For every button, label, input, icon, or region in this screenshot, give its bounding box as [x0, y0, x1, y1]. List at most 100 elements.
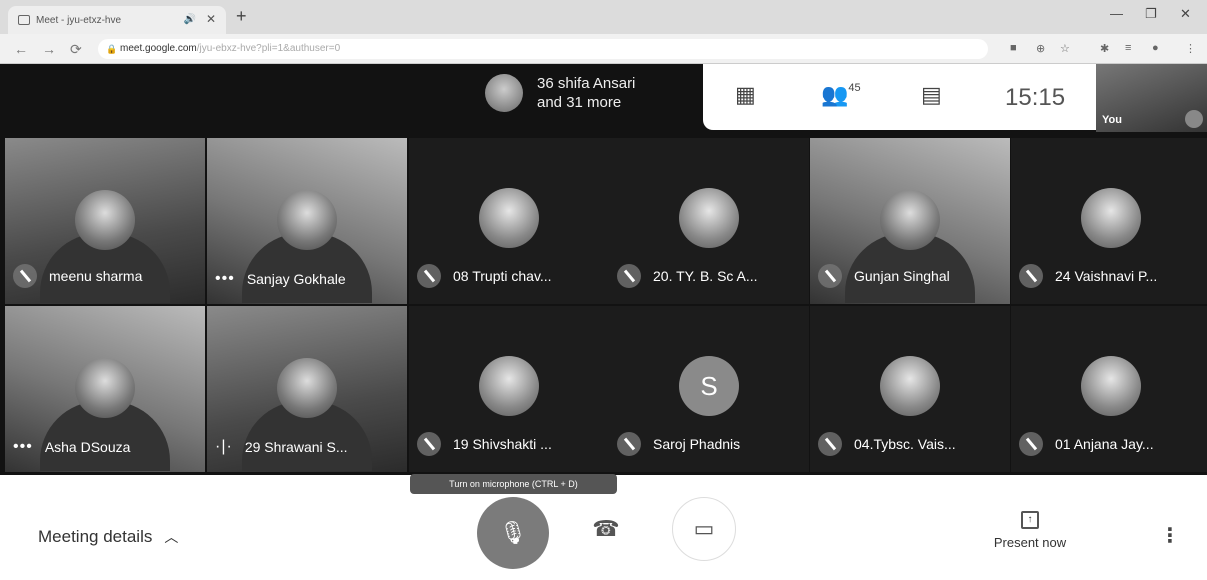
participant-tile[interactable]: S Saroj Phadnis	[609, 306, 809, 472]
participant-name: 24 Vaishnavi P...	[1055, 268, 1158, 284]
participant-name: Asha DSouza	[44, 439, 131, 455]
presenter-avatar	[485, 74, 523, 112]
close-tab-icon[interactable]: ✕	[206, 12, 216, 26]
presenter-info: 36 shifa Ansari and 31 more	[485, 74, 635, 112]
camera-icon: ▭	[693, 516, 715, 541]
mic-off-icon	[417, 432, 441, 456]
present-icon: ↑	[1021, 511, 1039, 529]
people-icon: 👥	[821, 82, 849, 107]
leave-call-button[interactable]: ☎	[574, 497, 638, 561]
participant-avatar	[479, 188, 539, 248]
participant-name: Gunjan Singhal	[854, 268, 950, 284]
reload-icon[interactable]: ⟳	[70, 41, 82, 58]
participant-tile[interactable]: ·|· 29 Shrawani S...	[207, 306, 407, 472]
mic-off-icon	[1019, 432, 1043, 456]
participant-avatar	[679, 188, 739, 248]
present-now-label: Present now	[993, 535, 1067, 550]
participant-tile[interactable]: 19 Shivshakti ...	[409, 306, 609, 472]
url-field[interactable]: 🔒 meet.google.com/jyu-ebxz-hve?pli=1&aut…	[98, 39, 988, 59]
participant-initial: S	[679, 356, 739, 416]
browser-tab-bar: Meet - jyu-etxz-hve 🔊 ✕ + — ❐ ✕	[0, 0, 1207, 34]
participant-avatar	[1081, 356, 1141, 416]
participant-tile[interactable]: Gunjan Singhal	[810, 138, 1010, 304]
present-now-button[interactable]: ↑ Present now	[980, 510, 1080, 550]
mic-off-icon	[1019, 264, 1043, 288]
participant-name: 04.Tybsc. Vais...	[854, 436, 956, 452]
chat-icon[interactable]: ▤	[921, 82, 942, 108]
participant-tile[interactable]: 24 Vaishnavi P...	[1011, 138, 1207, 304]
participant-tile[interactable]: 08 Trupti chav...	[409, 138, 609, 304]
browser-menu-icon[interactable]: ⋮	[1185, 42, 1196, 55]
mic-off-icon	[818, 264, 842, 288]
participants-count: 45	[848, 82, 861, 94]
participant-name: 20. TY. B. Sc A...	[653, 268, 758, 284]
mic-tooltip: Turn on microphone (CTRL + D)	[410, 474, 617, 494]
speaking-dots-icon: •••	[215, 270, 235, 287]
profile-avatar[interactable]: ●	[1152, 42, 1159, 54]
participant-name: 08 Trupti chav...	[453, 268, 552, 284]
url-host: meet.google.com	[120, 43, 197, 54]
meet-favicon-icon	[18, 15, 30, 25]
hangup-icon: ☎	[592, 516, 620, 541]
participant-name: 01 Anjana Jay...	[1055, 436, 1154, 452]
mic-off-icon	[13, 264, 37, 288]
presenter-line2: and 31 more	[537, 94, 622, 111]
participant-tile[interactable]: 01 Anjana Jay...	[1011, 306, 1207, 472]
mic-off-icon	[617, 264, 641, 288]
zoom-icon[interactable]: ⊕	[1036, 42, 1045, 55]
video-face	[277, 358, 337, 418]
participant-tile[interactable]: meenu sharma	[5, 138, 205, 304]
meeting-top-bar: ▦ 👥45 ▤ 15:15	[703, 64, 1096, 130]
browser-tab[interactable]: Meet - jyu-etxz-hve 🔊 ✕	[8, 6, 226, 34]
minimize-icon[interactable]: —	[1110, 6, 1123, 21]
bookmark-star-icon[interactable]: ☆	[1060, 42, 1070, 55]
media-icon[interactable]: ≡	[1125, 42, 1131, 54]
participant-name: 19 Shivshakti ...	[453, 436, 552, 452]
participant-avatar	[880, 356, 940, 416]
restore-icon[interactable]: ❐	[1145, 6, 1157, 22]
participant-tile[interactable]: 20. TY. B. Sc A...	[609, 138, 809, 304]
back-icon[interactable]: ←	[14, 41, 28, 57]
tab-title: Meet - jyu-etxz-hve	[36, 14, 122, 26]
participant-tile[interactable]: ••• Sanjay Gokhale	[207, 138, 407, 304]
close-window-icon[interactable]: ✕	[1180, 6, 1191, 22]
mic-off-icon: 🎙	[499, 520, 527, 545]
self-label: You	[1102, 114, 1122, 126]
participant-avatar	[1081, 188, 1141, 248]
video-face	[75, 358, 135, 418]
mic-off-icon	[818, 432, 842, 456]
new-tab-icon[interactable]: +	[236, 6, 247, 27]
more-vert-icon[interactable]: ⋮	[1160, 523, 1180, 548]
people-button[interactable]: 👥45	[821, 82, 861, 108]
meeting-details-button[interactable]: Meeting details ︿	[38, 527, 178, 547]
mic-toggle-button[interactable]: 🎙	[477, 497, 549, 569]
participant-tile[interactable]: 04.Tybsc. Vais...	[810, 306, 1010, 472]
grid-layout-icon[interactable]: ▦	[735, 82, 756, 108]
participant-name: Saroj Phadnis	[653, 436, 741, 452]
url-path: /jyu-ebxz-hve?pli=1&authuser=0	[196, 43, 341, 54]
meeting-details-label: Meeting details	[38, 527, 153, 546]
mic-off-icon	[417, 264, 441, 288]
extensions-icon[interactable]: ✱	[1100, 42, 1109, 55]
lock-icon: 🔒	[106, 44, 118, 54]
meeting-clock: 15:15	[1005, 84, 1066, 111]
chevron-up-icon: ︿	[164, 529, 179, 545]
address-bar-row: ← → ⟳ 🔒 meet.google.com/jyu-ebxz-hve?pli…	[0, 34, 1207, 64]
speaking-dots-icon: •••	[13, 438, 33, 455]
presenter-line1: 36 shifa Ansari	[537, 75, 636, 92]
participant-name: Sanjay Gokhale	[246, 271, 346, 287]
forward-icon[interactable]: →	[42, 41, 56, 57]
video-face	[75, 190, 135, 250]
speaking-bars-icon: ·|·	[215, 438, 233, 455]
participant-tile[interactable]: ••• Asha DSouza	[5, 306, 205, 472]
video-face	[277, 190, 337, 250]
mic-off-icon	[1185, 110, 1203, 128]
mic-off-icon	[617, 432, 641, 456]
camera-toggle-button[interactable]: ▭	[672, 497, 736, 561]
video-face	[880, 190, 940, 250]
self-view-tile[interactable]: You	[1096, 64, 1207, 132]
audio-playing-icon[interactable]: 🔊	[184, 14, 196, 25]
participant-avatar	[479, 356, 539, 416]
meeting-stage: 36 shifa Ansari and 31 more ▦ 👥45 ▤ 15:1…	[0, 64, 1207, 475]
camera-indicator-icon[interactable]: ■	[1010, 42, 1017, 54]
